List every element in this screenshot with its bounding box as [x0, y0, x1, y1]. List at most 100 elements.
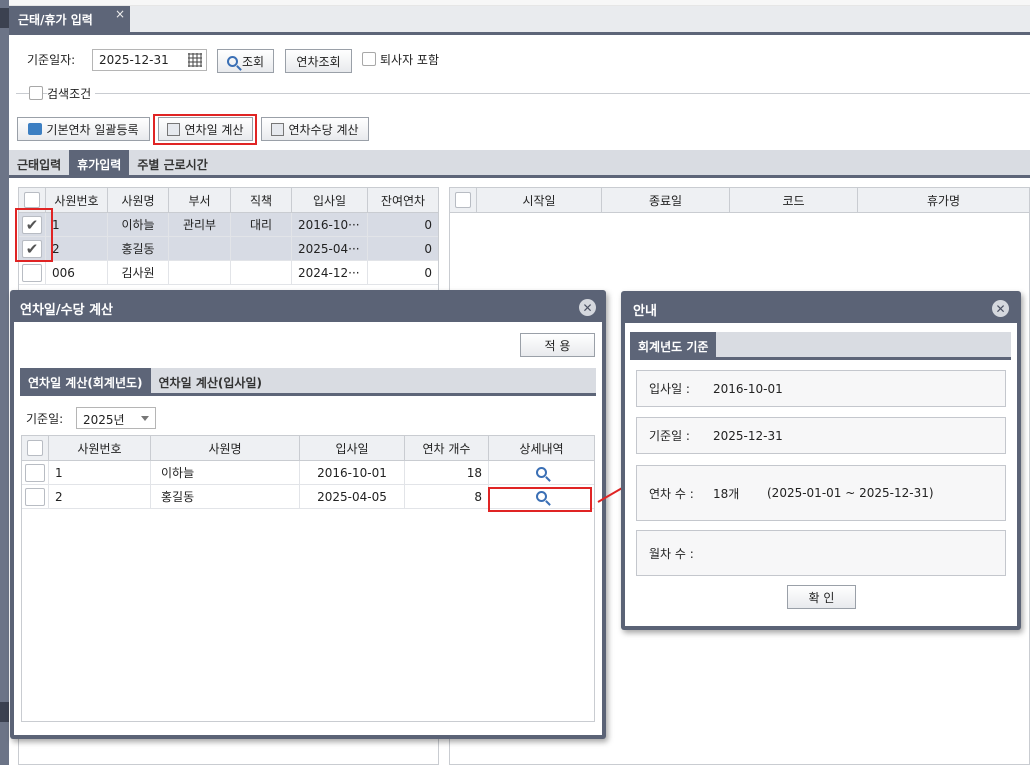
- cell-emp-no: 1: [49, 461, 151, 484]
- dialog-title: 안내: [633, 304, 657, 319]
- col-position: 직책: [231, 188, 292, 212]
- apply-button[interactable]: 적 용: [520, 333, 595, 357]
- cell-hire: 2025-04-05: [300, 485, 405, 508]
- table-row[interactable]: ✔ 1 이하늘 관리부 대리 2016-10··· 0: [19, 213, 438, 237]
- base-date-box: 기준일 : 2025-12-31: [636, 417, 1006, 454]
- info-tabs: 회계년도 기준: [630, 332, 1011, 360]
- dialog-body: 회계년도 기준 입사일 : 2016-10-01 기준일 : 2025-12-3…: [625, 323, 1017, 626]
- cell-name: 홍길동: [108, 237, 169, 260]
- tab-attendance-input[interactable]: 근태/휴가 입력 ×: [9, 6, 130, 35]
- row-checkbox[interactable]: [25, 463, 45, 482]
- col-code: 코드: [730, 188, 858, 212]
- col-hire-date: 입사일: [300, 436, 405, 460]
- cell-dept: [169, 237, 231, 260]
- table-row[interactable]: ✔ 2 홍길동 2025-04··· 0: [19, 237, 438, 261]
- col-leave-name: 휴가명: [926, 193, 961, 208]
- cell-name: 이하늘: [108, 213, 169, 236]
- info-dialog: 안내 ✕ 회계년도 기준 입사일 : 2016-10-01 기준일 : 2025…: [621, 291, 1021, 630]
- cell-remaining: 0: [424, 217, 432, 232]
- close-icon[interactable]: ✕: [992, 300, 1009, 317]
- table-row[interactable]: 006 김사원 2024-12··· 0: [19, 261, 438, 285]
- dialog-title: 연차일/수당 계산: [20, 303, 113, 318]
- bulk-register-label: 기본연차 일괄등록: [46, 122, 139, 137]
- cell-emp-no: 006: [46, 261, 108, 284]
- row-checkbox[interactable]: [25, 487, 45, 506]
- select-all-checkbox[interactable]: [24, 192, 40, 208]
- base-date-label: 기준일자:: [27, 53, 76, 67]
- grid-header: 사원번호 사원명 입사일 연차 개수 상세내역: [22, 436, 594, 461]
- annual-query-button[interactable]: 연차조회: [285, 49, 352, 73]
- bulk-register-button[interactable]: 기본연차 일괄등록: [17, 117, 150, 141]
- tab-leave[interactable]: 휴가입력: [69, 150, 130, 175]
- count-range: (2025-01-01 ~ 2025-12-31): [767, 486, 934, 500]
- tab-close-icon[interactable]: ×: [115, 7, 125, 21]
- monthly-count-box: 월차 수 :: [636, 530, 1006, 576]
- table-row[interactable]: 1 이하늘 2016-10-01 18: [22, 461, 594, 485]
- count-label: 연차 수 :: [649, 486, 694, 501]
- annual-query-label: 연차조회: [296, 54, 341, 69]
- include-retired-label: 퇴사자 포함: [380, 53, 440, 67]
- col-emp-no: 사원번호: [46, 188, 108, 212]
- allowance-calc-label: 연차수당 계산: [288, 122, 359, 137]
- tab-weekly-hours[interactable]: 주별 근로시간: [129, 150, 215, 175]
- calc-grid: 사원번호 사원명 입사일 연차 개수 상세내역 1 이하늘 2016-10-01…: [21, 435, 595, 722]
- row-checkbox[interactable]: [22, 263, 42, 282]
- chevron-down-icon: [141, 416, 149, 425]
- col-name: 사원명: [108, 188, 169, 212]
- include-retired-checkbox[interactable]: [362, 52, 376, 66]
- cell-hire: 2016-10-01: [300, 461, 405, 484]
- cell-dept: 관리부: [169, 213, 231, 236]
- base-year-select[interactable]: 2025년: [76, 407, 156, 429]
- cell-position: [231, 237, 292, 260]
- calendar-icon[interactable]: [188, 53, 202, 67]
- hire-label: 입사일 :: [649, 382, 690, 396]
- highlight-checked-rows: [15, 208, 53, 262]
- select-all-checkbox[interactable]: [455, 192, 471, 208]
- detail-search-icon[interactable]: [536, 467, 547, 478]
- dialog-body: 적 용 연차일 계산(회계년도) 연차일 계산(입사일) 기준일: 2025년 …: [14, 322, 602, 735]
- base-date-value: 2025-12-31: [99, 53, 169, 67]
- tab-fiscal-basis[interactable]: 회계년도 기준: [630, 332, 717, 357]
- upload-icon: [28, 123, 43, 135]
- tab-fiscal-year[interactable]: 연차일 계산(회계년도): [20, 368, 151, 393]
- cell-name: 홍길동: [151, 485, 300, 508]
- search-icon: [226, 55, 238, 67]
- base-year-value: 2025년: [83, 413, 125, 427]
- left-edge-strip: [0, 0, 9, 765]
- base-label: 기준일 :: [649, 429, 690, 443]
- monthly-label: 월차 수 :: [649, 546, 694, 561]
- annual-calc-dialog: 연차일/수당 계산 ✕ 적 용 연차일 계산(회계년도) 연차일 계산(입사일)…: [10, 290, 606, 739]
- highlight-detail-cell: [488, 487, 592, 512]
- tab-attendance[interactable]: 근태입력: [9, 150, 69, 175]
- tab-hire-date[interactable]: 연차일 계산(입사일): [151, 368, 270, 393]
- ok-label: 확 인: [808, 590, 835, 605]
- highlight-annual-calc: [153, 114, 257, 145]
- apply-label: 적 용: [544, 338, 571, 353]
- col-name: 사원명: [151, 436, 300, 460]
- query-label: 조회: [241, 54, 265, 69]
- base-date-input[interactable]: 2025-12-31: [92, 49, 207, 71]
- base-value: 2025-12-31: [713, 428, 783, 443]
- cell-remaining: 0: [424, 241, 432, 256]
- allowance-calc-button[interactable]: 연차수당 계산: [261, 117, 369, 141]
- col-count: 연차 개수: [405, 436, 489, 460]
- hire-date-box: 입사일 : 2016-10-01: [636, 370, 1006, 407]
- ok-button[interactable]: 확 인: [787, 585, 856, 609]
- col-emp-no: 사원번호: [49, 436, 151, 460]
- cell-count: 8: [405, 485, 489, 508]
- close-icon[interactable]: ✕: [579, 299, 596, 316]
- cell-hire: 2025-04···: [292, 237, 368, 260]
- query-button[interactable]: 조회: [217, 49, 274, 73]
- tab-title: 근태/휴가 입력: [18, 13, 93, 27]
- cell-position: [231, 261, 292, 284]
- cell-hire: 2024-12···: [292, 261, 368, 284]
- grid-header: 시작일 종료일 코드 휴가명: [450, 188, 1029, 213]
- select-all-checkbox[interactable]: [27, 440, 43, 456]
- calculator-icon: [271, 122, 285, 136]
- search-conditions-checkbox[interactable]: [29, 86, 43, 100]
- cell-position: 대리: [231, 213, 292, 236]
- cell-dept: [169, 261, 231, 284]
- col-detail: 상세내역: [519, 441, 564, 456]
- subtab-bar: 근태입력 휴가입력 주별 근로시간: [9, 150, 1030, 178]
- cell-hire: 2016-10···: [292, 213, 368, 236]
